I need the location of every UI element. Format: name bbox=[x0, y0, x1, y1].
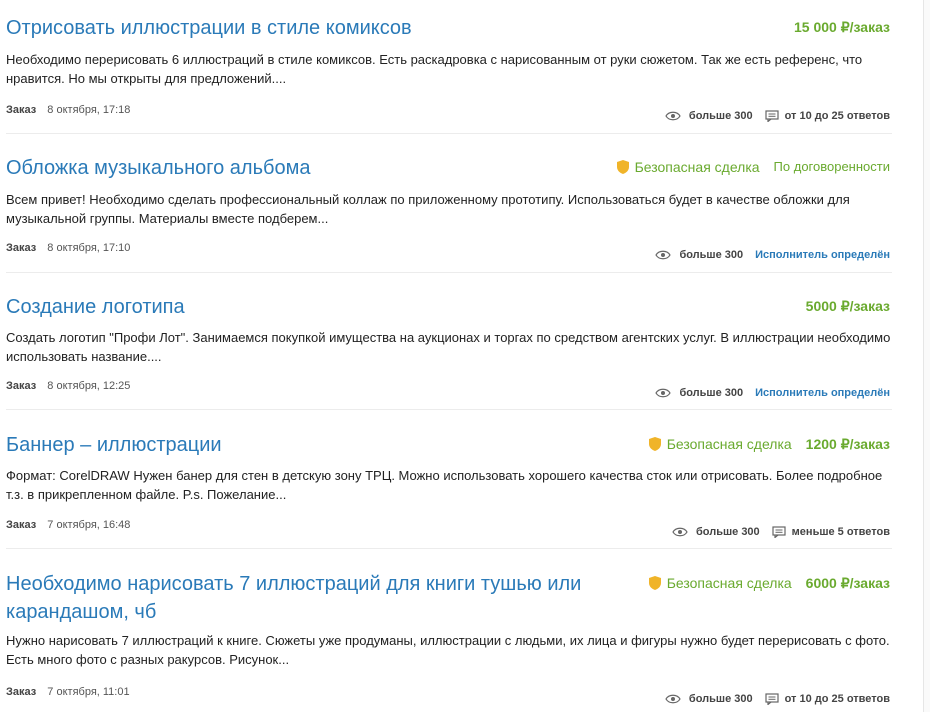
safe-deal-label: Безопасная сделка bbox=[634, 159, 760, 175]
order-price: 6000 ₽/заказ bbox=[805, 575, 890, 591]
order-stats: больше 300 Исполнитель определён bbox=[655, 387, 890, 399]
executor-status: Исполнитель определён bbox=[755, 249, 890, 261]
order-price: 1200 ₽/заказ bbox=[805, 436, 890, 452]
order-description: Формат: CorelDRAW Нужен банер для стен в… bbox=[6, 468, 883, 502]
order-description: Создать логотип "Профи Лот". Занимаемся … bbox=[6, 330, 891, 364]
order-stats: больше 300 меньше 5 ответов bbox=[672, 526, 890, 538]
order-card: Создание логотипа 5000 ₽/заказ Создать л… bbox=[6, 293, 892, 413]
order-card: Отрисовать иллюстрации в стиле комиксов … bbox=[6, 14, 892, 134]
order-price: 5000 ₽/заказ bbox=[805, 298, 890, 314]
shield-icon bbox=[648, 437, 661, 451]
comment-icon bbox=[765, 110, 779, 122]
executor-status: Исполнитель определён bbox=[755, 387, 890, 399]
divider bbox=[6, 133, 892, 134]
price-area: 15 000 ₽/заказ bbox=[794, 18, 890, 36]
safe-deal-label: Безопасная сделка bbox=[666, 575, 792, 591]
responses-count: от 10 до 25 ответов bbox=[784, 110, 890, 122]
order-description: Необходимо перерисовать 6 иллюстраций в … bbox=[6, 52, 863, 86]
divider bbox=[6, 548, 892, 549]
order-date: 7 октября, 11:01 bbox=[47, 686, 130, 698]
order-type: Заказ bbox=[6, 104, 37, 116]
order-meta: Заказ 7 октября, 11:01 bbox=[6, 686, 130, 698]
order-meta: Заказ 8 октября, 12:25 bbox=[6, 380, 130, 392]
order-price: По договоренности bbox=[773, 159, 890, 174]
views-count: больше 300 bbox=[695, 526, 760, 538]
order-card: Необходимо нарисовать 7 иллюстраций для … bbox=[6, 570, 892, 712]
order-stats: больше 300 Исполнитель определён bbox=[655, 249, 890, 261]
order-date: 7 октября, 16:48 bbox=[47, 519, 131, 531]
order-type: Заказ bbox=[6, 686, 37, 698]
order-card: Обложка музыкального альбома Безопасная … bbox=[6, 154, 892, 274]
eye-icon bbox=[672, 527, 688, 537]
responses-count: от 10 до 25 ответов bbox=[784, 693, 890, 705]
order-stats: больше 300 от 10 до 25 ответов bbox=[665, 110, 890, 122]
order-stats: больше 300 от 10 до 25 ответов bbox=[665, 693, 890, 705]
comment-icon bbox=[765, 693, 779, 705]
comment-icon bbox=[772, 526, 786, 538]
divider bbox=[6, 409, 892, 410]
order-type: Заказ bbox=[6, 380, 37, 392]
order-title-link[interactable]: Необходимо нарисовать 7 иллюстраций для … bbox=[6, 570, 606, 626]
order-title-link[interactable]: Создание логотипа bbox=[6, 293, 606, 321]
order-title-link[interactable]: Отрисовать иллюстрации в стиле комиксов bbox=[6, 14, 606, 42]
views-count: больше 300 bbox=[688, 693, 753, 705]
responses-count: меньше 5 ответов bbox=[791, 526, 890, 538]
price-area: 5000 ₽/заказ bbox=[806, 297, 890, 315]
views-count: больше 300 bbox=[679, 249, 744, 261]
eye-icon bbox=[665, 694, 681, 704]
eye-icon bbox=[655, 250, 672, 260]
views-count: больше 300 bbox=[679, 387, 744, 399]
order-date: 8 октября, 17:10 bbox=[47, 242, 131, 254]
eye-icon bbox=[665, 111, 681, 121]
order-description: Нужно нарисовать 7 иллюстраций к книге. … bbox=[6, 633, 890, 667]
order-description: Всем привет! Необходимо сделать професси… bbox=[6, 192, 850, 226]
order-meta: Заказ 8 октября, 17:10 bbox=[6, 242, 130, 254]
divider bbox=[6, 272, 892, 273]
eye-icon bbox=[655, 388, 672, 398]
scrollbar-track[interactable] bbox=[923, 0, 930, 712]
order-type: Заказ bbox=[6, 242, 37, 254]
order-card: Баннер – иллюстрации Безопасная сделка 1… bbox=[6, 431, 892, 551]
order-meta: Заказ 8 октября, 17:18 bbox=[6, 104, 130, 116]
order-date: 8 октября, 12:25 bbox=[47, 380, 131, 392]
order-title-link[interactable]: Баннер – иллюстрации bbox=[6, 431, 606, 459]
views-count: больше 300 bbox=[688, 110, 753, 122]
order-date: 8 октября, 17:18 bbox=[47, 104, 131, 116]
price-area: Безопасная сделка 6000 ₽/заказ bbox=[648, 574, 890, 592]
order-price: 15 000 ₽/заказ bbox=[794, 19, 890, 35]
safe-deal-label: Безопасная сделка bbox=[666, 436, 792, 452]
price-area: Безопасная сделка По договоренности bbox=[616, 158, 890, 176]
price-area: Безопасная сделка 1200 ₽/заказ bbox=[648, 435, 890, 453]
shield-icon bbox=[616, 160, 629, 174]
shield-icon bbox=[648, 576, 661, 590]
order-type: Заказ bbox=[6, 519, 37, 531]
order-title-link[interactable]: Обложка музыкального альбома bbox=[6, 154, 606, 182]
order-meta: Заказ 7 октября, 16:48 bbox=[6, 519, 130, 531]
